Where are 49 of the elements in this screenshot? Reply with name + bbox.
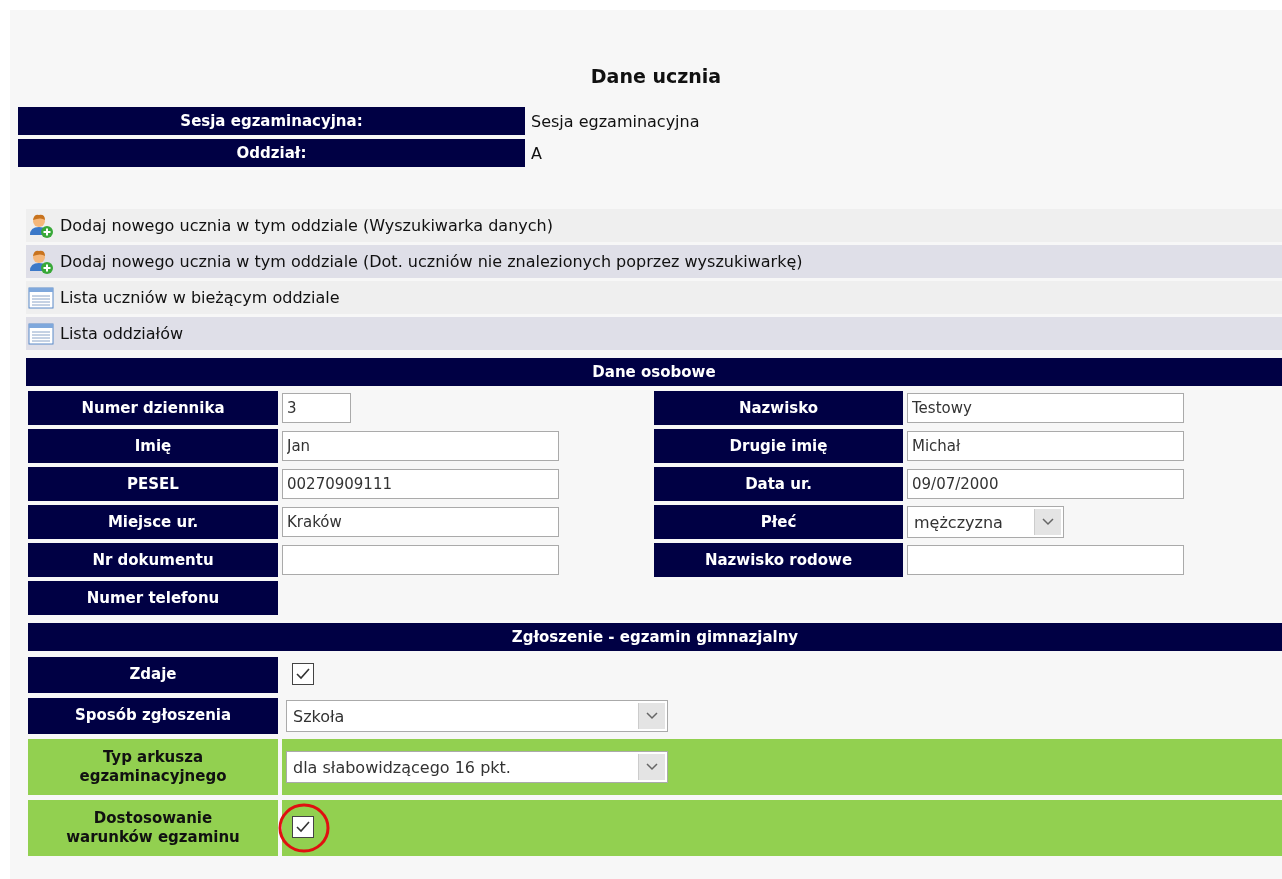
field-label: Data ur. bbox=[654, 467, 903, 501]
link-row[interactable]: Lista uczniów w bieżącym oddziale bbox=[26, 281, 1282, 314]
caret-icon bbox=[645, 711, 659, 721]
link-row[interactable]: Dodaj nowego ucznia w tym oddziale (Wyszukiwarka danych) bbox=[26, 209, 1282, 242]
field-label: PESEL bbox=[28, 467, 278, 501]
input-field[interactable]: Kraków bbox=[282, 507, 559, 537]
page-title: Dane ucznia bbox=[590, 65, 722, 87]
section-header: Dane osobowe bbox=[26, 358, 1282, 386]
checkbox[interactable] bbox=[292, 816, 314, 838]
section-header: Zgłoszenie - egzamin gimnazjalny bbox=[28, 623, 1282, 651]
user-add-icon bbox=[28, 212, 54, 239]
input-field[interactable]: 09/07/2000 bbox=[907, 469, 1184, 499]
input-field[interactable] bbox=[907, 545, 1184, 575]
checkmark-icon bbox=[295, 820, 311, 834]
input-field[interactable]: 00270909111 bbox=[282, 469, 559, 499]
field-label: Numer dziennika bbox=[28, 391, 278, 425]
input-field[interactable]: Jan bbox=[282, 431, 559, 461]
dropdown[interactable]: Szkoła bbox=[286, 700, 668, 732]
input-field[interactable]: Testowy bbox=[907, 393, 1184, 423]
field-label: Typ arkusza egzaminacyjnego bbox=[28, 739, 278, 795]
field-label: Sesja egzaminacyjna: bbox=[18, 107, 525, 135]
field-value: A bbox=[531, 143, 542, 163]
caret-icon bbox=[1041, 517, 1055, 527]
dropdown[interactable]: mężczyzna bbox=[907, 506, 1064, 538]
field-label: Nazwisko rodowe bbox=[654, 543, 903, 577]
link-row[interactable]: Dodaj nowego ucznia w tym oddziale (Dot. uczniów nie znalezionych poprzez wyszukiwarkę) bbox=[26, 245, 1282, 278]
field-label: Imię bbox=[28, 429, 278, 463]
field-label: Zdaje bbox=[28, 657, 278, 693]
user-add-icon bbox=[28, 248, 54, 275]
dropdown[interactable]: dla słabowidzącego 16 pkt. bbox=[286, 751, 668, 783]
input-field[interactable]: 3 bbox=[282, 393, 351, 423]
field-label: Nazwisko bbox=[654, 391, 903, 425]
field-label: Drugie imię bbox=[654, 429, 903, 463]
link-row[interactable]: Lista oddziałów bbox=[26, 317, 1282, 350]
field-label: Numer telefonu bbox=[28, 581, 278, 615]
list-icon bbox=[28, 285, 54, 310]
field-label: Miejsce ur. bbox=[28, 505, 278, 539]
field-label: Nr dokumentu bbox=[28, 543, 278, 577]
list-icon bbox=[28, 321, 54, 346]
input-field[interactable]: Michał bbox=[907, 431, 1184, 461]
checkmark-icon bbox=[295, 667, 311, 681]
input-field[interactable] bbox=[282, 545, 559, 575]
caret-icon bbox=[645, 762, 659, 772]
field-label: Płeć bbox=[654, 505, 903, 539]
field-label: Oddział: bbox=[18, 139, 525, 167]
field-value: Sesja egzaminacyjna bbox=[531, 111, 700, 131]
checkbox[interactable] bbox=[292, 663, 314, 685]
field-label: Dostosowanie warunków egzaminu bbox=[28, 800, 278, 856]
field-label: Sposób zgłoszenia bbox=[28, 698, 278, 734]
